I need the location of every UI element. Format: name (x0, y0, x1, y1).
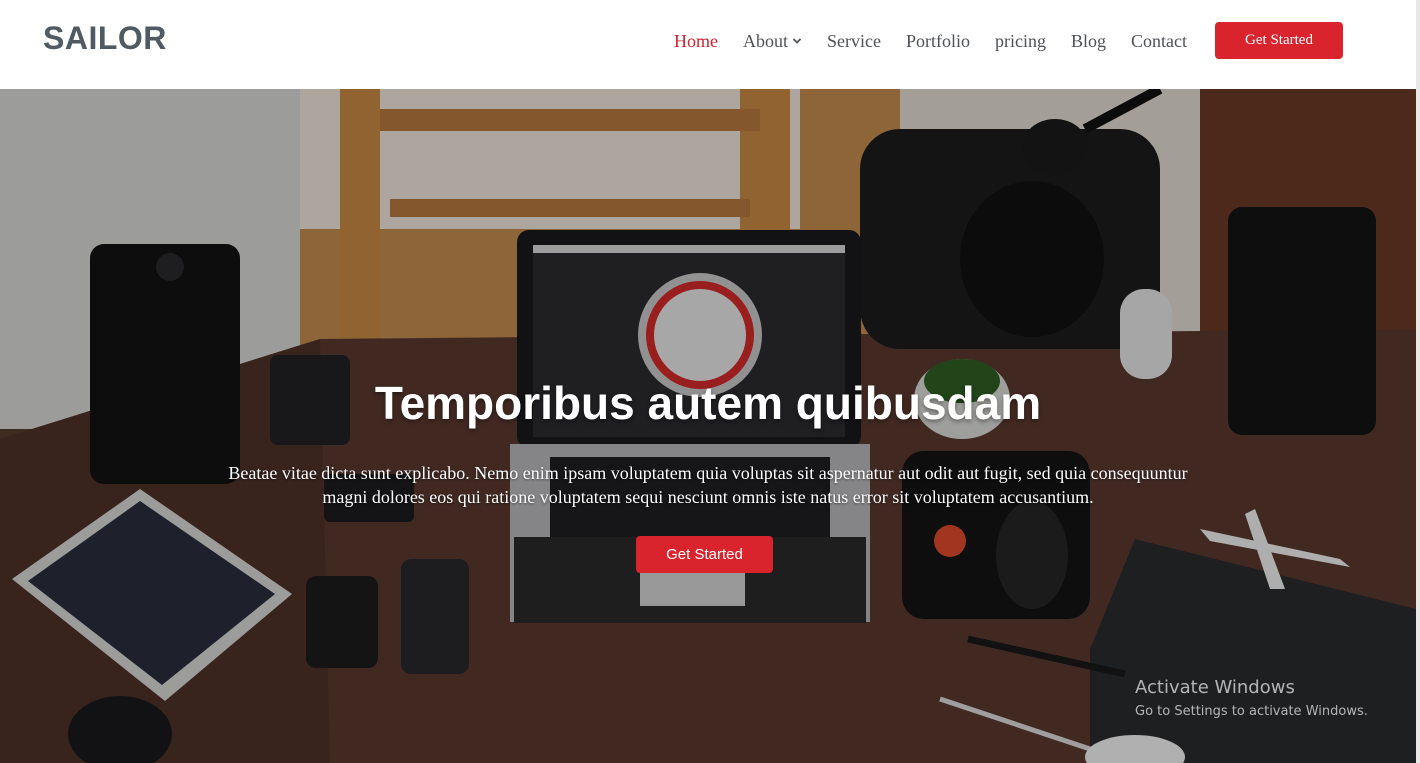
site-logo[interactable]: SAILOR (43, 20, 167, 57)
activate-windows-title: Activate Windows (1135, 677, 1295, 698)
hero-section: Temporibus autem quibusdam Beatae vitae … (0, 89, 1416, 763)
scrollbar-track[interactable] (1416, 0, 1420, 763)
nav-item-pricing[interactable]: pricing (995, 31, 1046, 52)
get-started-button[interactable]: Get Started (1215, 22, 1343, 59)
nav-item-service[interactable]: Service (827, 31, 881, 52)
hero-title: Temporibus autem quibusdam (374, 377, 1042, 429)
nav-item-portfolio[interactable]: Portfolio (906, 31, 970, 52)
nav-item-blog[interactable]: Blog (1071, 31, 1106, 52)
main-nav: Home About Service Portfolio pricing Blo… (674, 30, 1212, 52)
nav-item-home[interactable]: Home (674, 31, 718, 52)
activate-windows-subtitle: Go to Settings to activate Windows. (1135, 704, 1368, 719)
chevron-down-icon (792, 38, 802, 44)
activate-windows-watermark: Activate Windows Go to Settings to activ… (1135, 677, 1368, 719)
hero-description: Beatae vitae dicta sunt explicabo. Nemo … (228, 463, 1188, 507)
nav-item-contact[interactable]: Contact (1131, 31, 1187, 52)
nav-item-about[interactable]: About (743, 31, 802, 52)
nav-item-about-label: About (743, 30, 788, 51)
site-header: SAILOR Home About Service Portfolio pric… (0, 0, 1420, 89)
hero-get-started-button[interactable]: Get Started (636, 536, 773, 573)
